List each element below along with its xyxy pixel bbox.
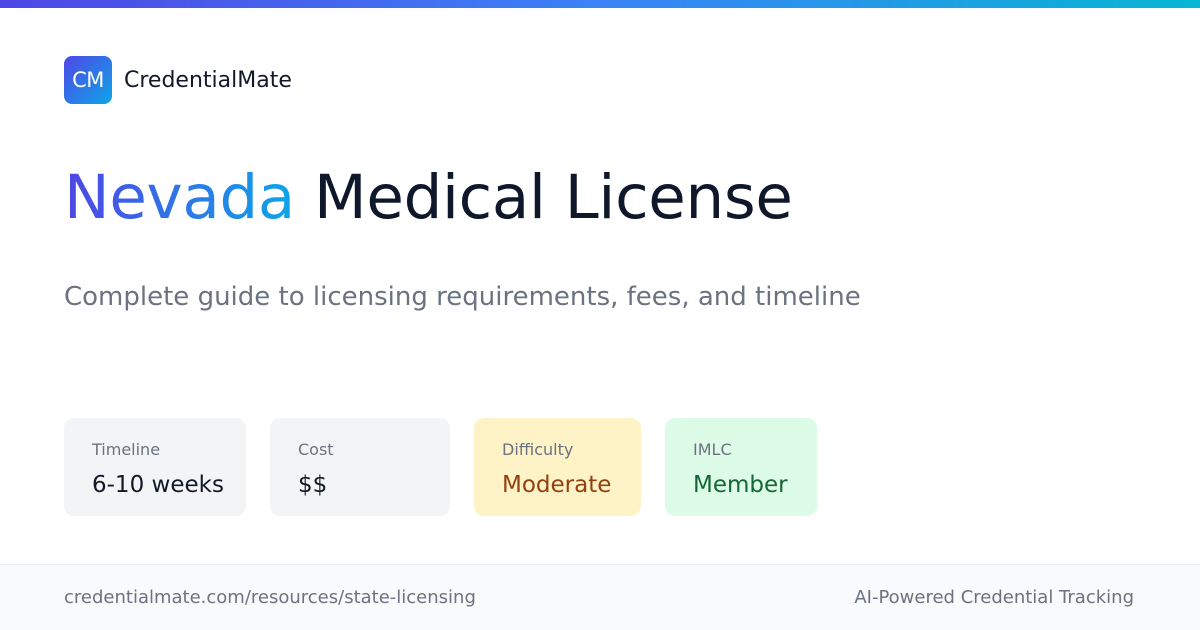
- footer-url: credentialmate.com/resources/state-licen…: [64, 587, 476, 608]
- stat-label: Difficulty: [502, 440, 574, 459]
- title-license-type: Medical License: [314, 162, 793, 233]
- accent-bar: [0, 0, 1200, 8]
- og-card: CM CredentialMate Nevada Medical License…: [0, 0, 1200, 630]
- stats-row: Timeline 6-10 weeks Cost $$ Difficulty M…: [64, 418, 817, 516]
- stat-value: Member: [693, 472, 788, 498]
- stat-card-difficulty: Difficulty Moderate: [474, 418, 641, 516]
- stat-value: 6-10 weeks: [92, 472, 224, 498]
- brand-logo: CM: [64, 56, 112, 104]
- page-title: Nevada Medical License: [64, 158, 793, 238]
- page-subtitle: Complete guide to licensing requirements…: [64, 282, 861, 312]
- stat-label: Cost: [298, 440, 334, 459]
- stat-value: $$: [298, 472, 328, 498]
- brand-header: CM CredentialMate: [64, 56, 292, 104]
- title-state-name: Nevada: [64, 162, 295, 233]
- stat-label: IMLC: [693, 440, 732, 459]
- stat-card-cost: Cost $$: [270, 418, 450, 516]
- stat-label: Timeline: [92, 440, 161, 459]
- brand-name: CredentialMate: [124, 67, 292, 93]
- stat-card-imlc: IMLC Member: [665, 418, 817, 516]
- footer-tagline: AI-Powered Credential Tracking: [854, 587, 1134, 608]
- stat-value: Moderate: [502, 472, 612, 498]
- stat-card-timeline: Timeline 6-10 weeks: [64, 418, 246, 516]
- footer: credentialmate.com/resources/state-licen…: [0, 564, 1200, 630]
